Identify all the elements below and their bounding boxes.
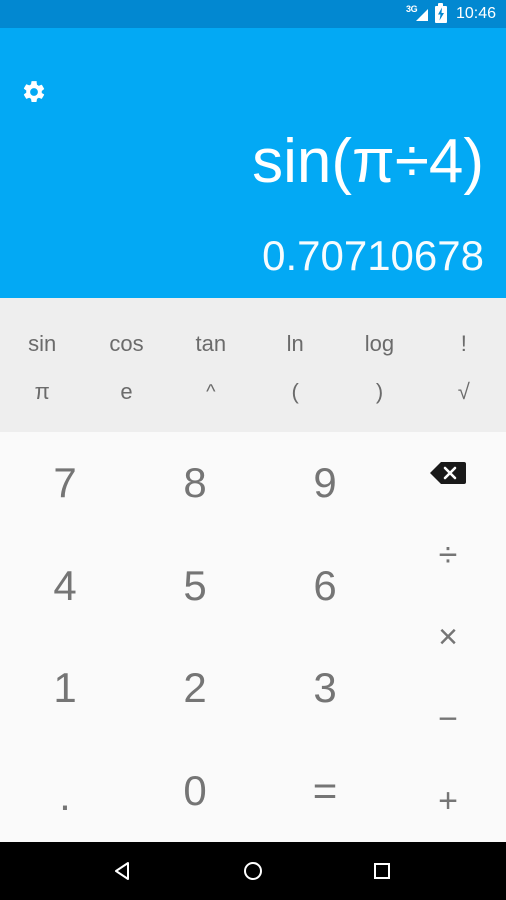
open-paren-key[interactable]: (: [253, 368, 337, 416]
numeric-keypad: 7 8 9 4 5 6 1 2 3 . 0 = ÷ × − +: [0, 432, 506, 842]
digit-5-key[interactable]: 5: [130, 535, 260, 638]
multiply-key[interactable]: ×: [390, 596, 506, 678]
digit-grid: 7 8 9 4 5 6 1 2 3 . 0 =: [0, 432, 390, 842]
scientific-keypad-row-2: π e ^ ( ) √: [0, 368, 506, 416]
scientific-keypad: sin cos tan ln log ! π e ^ ( ) √: [0, 298, 506, 432]
operator-column: ÷ × − +: [390, 432, 506, 842]
status-bar-clock: 10:46: [455, 5, 496, 22]
formula-text: sin(π÷4): [252, 127, 484, 196]
digit-9-key[interactable]: 9: [260, 432, 390, 535]
battery-charging-icon: [434, 2, 447, 23]
add-key[interactable]: +: [390, 760, 506, 842]
close-paren-key[interactable]: ): [337, 368, 421, 416]
calculator-app-screen: 3G 10:46 sin(π÷4) 0.70710678 sin cos tan: [0, 0, 506, 900]
result-text: 0.70710678: [262, 232, 484, 279]
settings-button[interactable]: [16, 74, 52, 110]
subtract-key[interactable]: −: [390, 678, 506, 760]
sin-key[interactable]: sin: [0, 320, 84, 368]
nav-home-button[interactable]: [229, 847, 277, 895]
cos-key[interactable]: cos: [84, 320, 168, 368]
nav-recents-button[interactable]: [358, 847, 406, 895]
backspace-key[interactable]: [390, 432, 506, 514]
android-navigation-bar: [0, 842, 506, 900]
status-bar-icons: 3G 10:46: [406, 2, 496, 23]
back-triangle-icon: [115, 862, 130, 880]
backspace-icon: [430, 462, 466, 484]
factorial-key[interactable]: !: [422, 320, 506, 368]
nav-back-button[interactable]: [100, 847, 148, 895]
scientific-keypad-row-1: sin cos tan ln log !: [0, 320, 506, 368]
log-key[interactable]: log: [337, 320, 421, 368]
power-key[interactable]: ^: [169, 368, 253, 416]
status-bar: 3G 10:46: [0, 0, 506, 28]
tan-key[interactable]: tan: [169, 320, 253, 368]
signal-3g-icon: 3G: [406, 4, 428, 23]
sqrt-key[interactable]: √: [422, 368, 506, 416]
e-key[interactable]: e: [84, 368, 168, 416]
digit-1-key[interactable]: 1: [0, 637, 130, 740]
ln-key[interactable]: ln: [253, 320, 337, 368]
home-circle-icon: [243, 862, 262, 880]
digit-0-key[interactable]: 0: [130, 740, 260, 843]
digit-8-key[interactable]: 8: [130, 432, 260, 535]
digit-7-key[interactable]: 7: [0, 432, 130, 535]
gear-icon: [23, 81, 45, 102]
divide-key[interactable]: ÷: [390, 514, 506, 596]
recents-square-icon: [373, 863, 390, 879]
battery-bolt-shape: [437, 7, 444, 21]
digit-2-key[interactable]: 2: [130, 637, 260, 740]
decimal-point-key[interactable]: .: [0, 740, 130, 843]
digit-3-key[interactable]: 3: [260, 637, 390, 740]
signal-bars-shape: [415, 9, 428, 21]
equals-key[interactable]: =: [260, 740, 390, 843]
digit-4-key[interactable]: 4: [0, 535, 130, 638]
digit-6-key[interactable]: 6: [260, 535, 390, 638]
pi-key[interactable]: π: [0, 368, 84, 416]
calculator-display: sin(π÷4) 0.70710678: [0, 28, 506, 298]
